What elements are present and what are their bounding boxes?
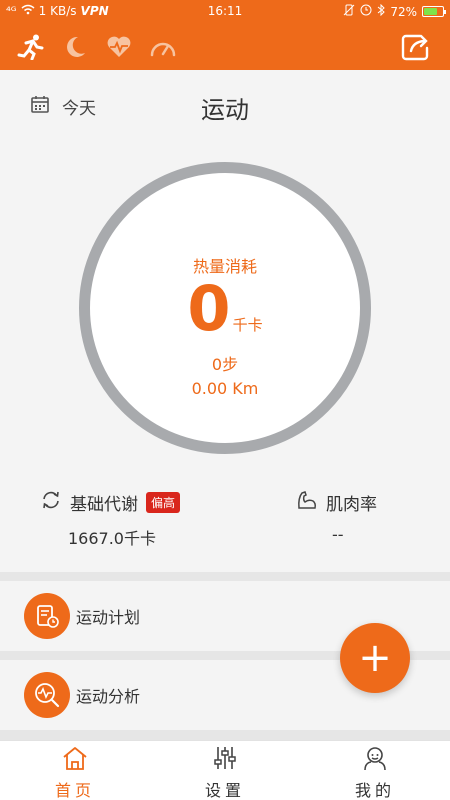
battery-percent: 72% — [390, 4, 417, 19]
main-panel: 今天 运动 热量消耗 0 千卡 0步 0.00 Km 基础代谢 偏高 1667.… — [0, 70, 450, 572]
page-title: 运动 — [201, 96, 249, 124]
muscle-value: -- — [332, 525, 344, 544]
gauge-icon[interactable] — [148, 33, 178, 61]
card-label: 运动分析 — [76, 687, 141, 706]
status-badge: 偏高 — [146, 492, 181, 513]
calorie-unit: 千卡 — [232, 316, 263, 334]
muscle-metric: 肌肉率 -- — [296, 490, 377, 544]
nav-home-label: 首页 — [54, 781, 95, 800]
alarm-icon — [360, 4, 372, 19]
nav-settings[interactable]: 设置 — [150, 741, 300, 800]
battery-icon — [422, 6, 446, 17]
muscle-label: 肌肉率 — [326, 495, 377, 515]
moon-icon[interactable] — [60, 33, 90, 61]
nav-profile-label: 我的 — [354, 781, 395, 800]
profile-icon — [361, 745, 389, 775]
home-icon — [61, 745, 89, 775]
bmr-label: 基础代谢 — [70, 495, 138, 515]
nav-profile[interactable]: 我的 — [300, 741, 450, 800]
share-icon[interactable] — [400, 32, 432, 62]
vibrate-off-icon — [343, 4, 355, 19]
bottom-nav: 首页 设置 我的 — [0, 740, 450, 800]
bmr-metric: 基础代谢 偏高 1667.0千卡 — [40, 490, 181, 549]
refresh-icon — [40, 490, 62, 515]
plan-icon — [24, 593, 70, 639]
calorie-value: 0 — [187, 272, 231, 345]
bluetooth-icon — [377, 3, 386, 19]
distance-value: 0.00 Km — [191, 379, 259, 398]
divider — [0, 572, 450, 581]
sliders-icon — [211, 745, 239, 775]
nav-settings-label: 设置 — [204, 781, 245, 800]
status-bar: ⁴ᴳ 1 KB/s VPN 16:11 72% — [0, 0, 450, 24]
add-button[interactable]: + — [340, 623, 410, 693]
calorie-ring: 热量消耗 0 千卡 0步 0.00 Km — [79, 162, 371, 454]
analysis-icon — [24, 672, 70, 718]
heart-rate-icon[interactable] — [104, 33, 134, 61]
steps-value: 0步 — [211, 355, 239, 374]
divider — [0, 730, 450, 740]
arm-muscle-icon — [296, 490, 318, 515]
running-icon[interactable] — [16, 33, 46, 61]
card-label: 运动计划 — [76, 608, 141, 627]
bmr-value: 1667.0千卡 — [68, 529, 156, 548]
nav-home[interactable]: 首页 — [0, 741, 150, 800]
top-bar — [0, 24, 450, 70]
